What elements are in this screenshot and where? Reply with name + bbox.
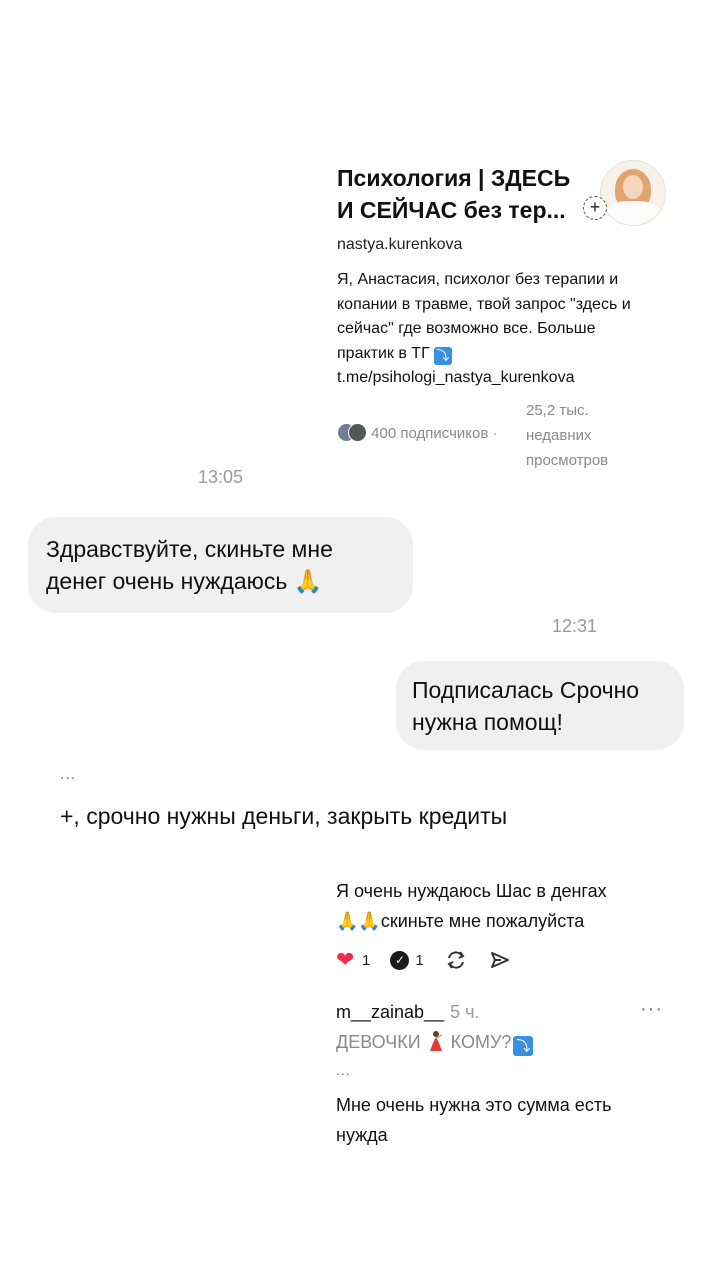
repost-button[interactable] [444, 948, 468, 972]
message-timestamp-1: 13:05 [198, 467, 244, 487]
outgoing-message-line-2: нужна помощ! [412, 709, 563, 735]
comment-icon: ✓ [390, 950, 410, 970]
final-line-1: Мне очень нужна это сумма есть [336, 1095, 612, 1115]
heart-icon: ❤ [336, 947, 355, 972]
quote-end: КОМУ? [450, 1032, 512, 1052]
profile-handle[interactable]: nastya.kurenkova [337, 236, 462, 254]
views-line-1: 25,2 тыс. [526, 402, 589, 419]
bio-line-2: копании в травме, твой запрос "здесь и [337, 295, 631, 313]
bio-line-4-text: практик в ТГ [337, 344, 430, 362]
profile-title-line-1: Психология | ЗДЕСЬ [337, 165, 571, 191]
like-count: 1 [362, 951, 371, 969]
bio-line-4: практик в ТГ ⤵ [337, 342, 677, 367]
bio-line-1: Я, Анастасия, психолог без терапии и [337, 271, 619, 288]
reply-comment: Я очень нуждаюсь Шас в денгах 🙏🙏скиньте … [336, 876, 676, 936]
avatar-image [600, 160, 666, 226]
profile-bio: Я, Анастасия, психолог без терапии и коп… [337, 268, 677, 391]
reply-username[interactable]: m__zainab__ 5 ч. [336, 1002, 479, 1023]
views-line-3: просмотров [526, 452, 609, 469]
incoming-message-line-2: денег очень нуждаюсь 🙏 [46, 568, 323, 594]
reply-count: 1 [415, 951, 424, 969]
arrow-down-icon: ⤵ [513, 1036, 534, 1056]
comment-main: +, срочно нужны деньги, закрыть кредиты [60, 803, 508, 829]
arrow-down-icon: ⤵ [433, 346, 452, 365]
reply-button[interactable]: ✓ 1 [390, 950, 424, 970]
more-options-icon[interactable]: ··· [640, 998, 663, 1021]
final-line-2: нужда [336, 1125, 388, 1145]
bio-link[interactable]: t.me/psihologi_nastya_kurenkova [337, 366, 677, 391]
profile-avatar[interactable] [600, 160, 666, 226]
profile-title[interactable]: Психология | ЗДЕСЬ И СЕЙЧАС без тер... [337, 162, 587, 226]
profile-title-line-2: И СЕЙЧАС без тер... [337, 197, 566, 223]
reply-time: 5 ч. [450, 1002, 480, 1022]
share-icon [490, 952, 509, 968]
dancer-icon [429, 1031, 442, 1051]
incoming-message-line-1: Здравствуйте, скиньте мне [46, 536, 333, 562]
recent-views: 25,2 тыс. недавних просмотров [526, 398, 656, 473]
ellipsis-bottom: ... [336, 1062, 351, 1078]
subscriber-avatars-icon [337, 423, 367, 442]
separator-dot: · [492, 425, 498, 442]
subscribers-count: 400 подписчиков [371, 425, 489, 442]
incoming-message-bubble[interactable]: Здравствуйте, скиньте мне денег очень ну… [28, 517, 413, 613]
share-button[interactable] [488, 948, 512, 972]
comment-actions: ❤ 1 ✓ 1 [336, 946, 532, 974]
reply-username-text: m__zainab__ [336, 1002, 445, 1022]
outgoing-message-bubble[interactable]: Подписалась Срочно нужна помощ! [396, 661, 684, 750]
message-timestamp-2: 12:31 [552, 616, 598, 636]
quote-start: ДЕВОЧКИ [336, 1032, 421, 1052]
bio-line-3: сейчас" где возможно все. Больше [337, 320, 596, 337]
reply-line-2: 🙏🙏скиньте мне пожалуйста [336, 911, 585, 931]
reply-quote: ДЕВОЧКИ КОМУ? ⤵ [336, 1030, 534, 1056]
subscribers-info[interactable]: 400 подписчиков · [337, 423, 498, 442]
views-line-2: недавних [526, 427, 592, 444]
outgoing-message-line-1: Подписалась Срочно [412, 677, 640, 703]
ellipsis-top: ... [60, 766, 77, 783]
follow-plus-icon[interactable]: + [583, 196, 607, 220]
reply-line-1: Я очень нуждаюсь Шас в денгах [336, 881, 607, 901]
like-button[interactable]: ❤ 1 [336, 949, 370, 971]
final-comment: Мне очень нужна это сумма есть нужда [336, 1090, 676, 1150]
repost-icon [447, 951, 465, 969]
